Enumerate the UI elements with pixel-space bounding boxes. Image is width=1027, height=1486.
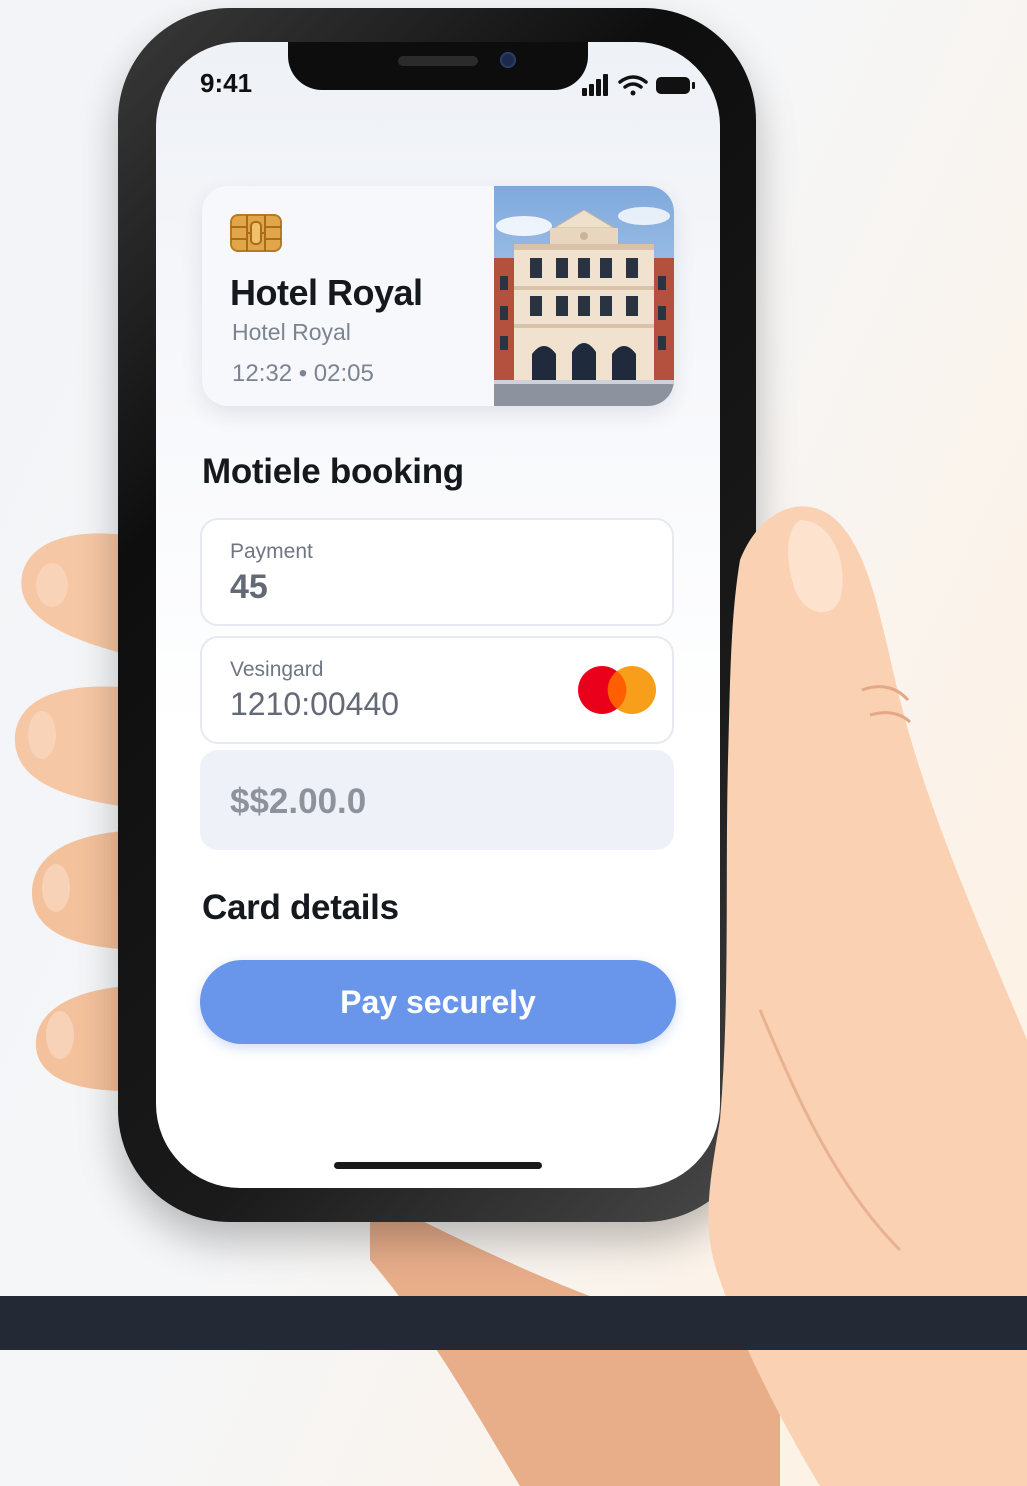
hand-illustration-front — [708, 506, 1027, 1486]
dark-banner-bar — [0, 1296, 1027, 1350]
